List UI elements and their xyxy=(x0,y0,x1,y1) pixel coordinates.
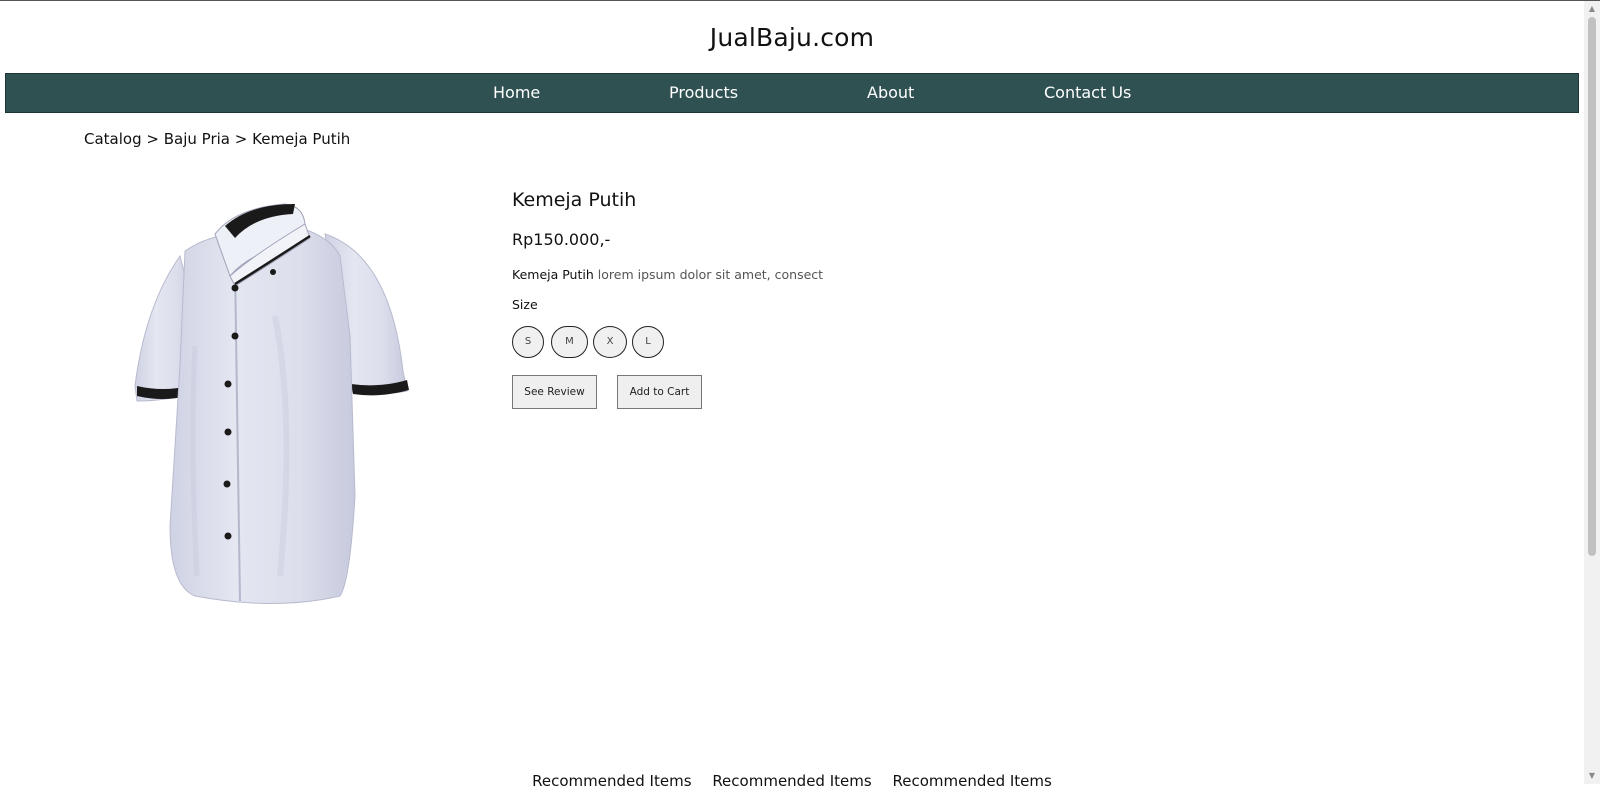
breadcrumb-item-catalog[interactable]: Catalog xyxy=(84,130,142,148)
product-name: Kemeja Putih xyxy=(512,189,637,211)
size-option-x[interactable]: X xyxy=(593,326,627,358)
size-option-s[interactable]: S xyxy=(512,326,544,358)
nav-item-about[interactable]: About xyxy=(867,74,914,112)
see-review-button[interactable]: See Review xyxy=(512,375,597,409)
recommended-items: Recommended Items Recommended Items Reco… xyxy=(0,772,1584,790)
nav-item-products[interactable]: Products xyxy=(669,74,738,112)
size-option-l[interactable]: L xyxy=(632,326,664,358)
breadcrumb-item-baju-pria[interactable]: Baju Pria xyxy=(164,130,230,148)
scroll-down-icon[interactable]: ▼ xyxy=(1584,768,1600,784)
breadcrumb: Catalog > Baju Pria > Kemeja Putih xyxy=(84,130,350,148)
size-option-m[interactable]: M xyxy=(551,326,588,358)
size-label: Size xyxy=(512,297,538,312)
product-price: Rp150.000,- xyxy=(512,230,611,249)
page: JualBaju.com Home Products About Contact… xyxy=(0,1,1584,790)
recommended-item[interactable]: Recommended Items xyxy=(892,772,1051,790)
breadcrumb-item-current: Kemeja Putih xyxy=(252,130,351,148)
add-to-cart-button[interactable]: Add to Cart xyxy=(617,375,702,409)
breadcrumb-separator: > xyxy=(234,130,248,148)
product-description-lead: Kemeja Putih xyxy=(512,267,594,282)
nav-item-home[interactable]: Home xyxy=(493,74,540,112)
product-description: Kemeja Putih lorem ipsum dolor sit amet,… xyxy=(512,267,823,282)
breadcrumb-separator: > xyxy=(146,130,159,148)
main-nav: Home Products About Contact Us xyxy=(5,73,1579,113)
product-description-text: lorem ipsum dolor sit amet, consect xyxy=(597,267,824,282)
product-image xyxy=(125,196,425,626)
scroll-up-icon[interactable]: ▲ xyxy=(1584,1,1600,17)
scrollbar-thumb[interactable] xyxy=(1588,17,1596,556)
site-title[interactable]: JualBaju.com xyxy=(0,23,1584,52)
nav-item-contact-us[interactable]: Contact Us xyxy=(1044,74,1131,112)
recommended-item[interactable]: Recommended Items xyxy=(712,772,871,790)
recommended-item[interactable]: Recommended Items xyxy=(532,772,691,790)
vertical-scrollbar[interactable]: ▲ ▼ xyxy=(1584,1,1600,784)
white-shirt-image xyxy=(134,203,409,604)
